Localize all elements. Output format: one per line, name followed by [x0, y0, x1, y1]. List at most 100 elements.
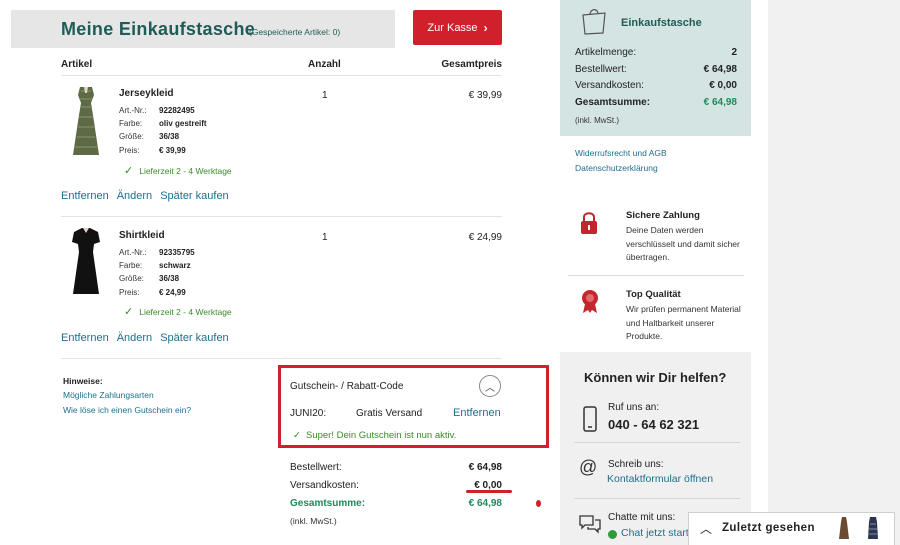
highlight-underline: [466, 490, 512, 493]
hints-title: Hinweise:: [63, 376, 103, 386]
chevron-right-icon: ›: [483, 20, 488, 35]
lock-icon: [581, 212, 597, 234]
page-background-gutter: [768, 0, 900, 545]
divider: [574, 498, 740, 499]
call-label: Ruf uns an:: [608, 402, 660, 413]
delivery-info: ✓ Lieferzeit 2 - 4 Werktage: [124, 164, 232, 177]
chevron-up-icon[interactable]: ︿: [700, 520, 712, 537]
spec-value: 36/38: [159, 274, 180, 283]
contact-form-link[interactable]: Kontaktformular öffnen: [607, 473, 713, 485]
remove-link[interactable]: Entfernen: [61, 332, 109, 344]
voucher-code: JUNI20:: [290, 408, 327, 419]
order-value: € 64,98: [468, 462, 502, 473]
chat-label: Chatte mit uns:: [608, 512, 676, 523]
recent-thumbnail[interactable]: [867, 516, 879, 540]
summary-row-value: € 0,00: [709, 80, 737, 91]
spec-label: Art.-Nr.:: [119, 248, 147, 257]
vat-note: (inkl. MwSt.): [290, 516, 337, 526]
column-header-article: Artikel: [61, 59, 93, 70]
terms-link[interactable]: Widerrufsrecht und AGB: [575, 148, 667, 158]
recent-thumbnail[interactable]: [838, 516, 850, 540]
item-total: € 39,99: [468, 90, 502, 101]
spec-label: Preis:: [119, 146, 140, 155]
spec-label: Größe:: [119, 132, 144, 141]
voucher-description: Gratis Versand: [356, 408, 423, 419]
spec-label: Farbe:: [119, 261, 143, 270]
chat-start-link[interactable]: Chat jetzt starten: [621, 527, 689, 539]
column-header-total: Gesamtpreis: [441, 59, 502, 70]
summary-row-value: € 64,98: [703, 64, 737, 75]
item-name[interactable]: Jerseykleid: [119, 88, 174, 99]
saved-items-count[interactable]: (Gespeicherte Artikel: 0): [249, 27, 340, 37]
phone-number[interactable]: 040 - 64 62 321: [608, 417, 699, 432]
order-value-label: Bestellwert:: [290, 462, 342, 473]
shipping-label: Versandkosten:: [290, 480, 359, 491]
summary-total-value: € 64,98: [703, 97, 737, 108]
divider: [61, 75, 502, 76]
delivery-info: ✓ Lieferzeit 2 - 4 Werktage: [124, 305, 232, 318]
spec-value: 36/38: [159, 132, 180, 141]
online-status-icon: [608, 530, 617, 539]
remove-link[interactable]: Entfernen: [61, 190, 109, 202]
voucher-title[interactable]: Gutschein- / Rabatt-Code: [290, 381, 403, 392]
email-icon: @: [579, 457, 598, 477]
quality-badge-icon: [582, 290, 598, 313]
checkmark-icon: ✓: [293, 430, 301, 441]
summary-row-label: Bestellwert:: [575, 64, 627, 75]
payment-methods-link[interactable]: Mögliche Zahlungsarten: [63, 390, 154, 400]
item-quantity: 1: [322, 90, 328, 101]
checkout-button-label: Zur Kasse: [427, 21, 478, 34]
summary-row-label: Artikelmenge:: [575, 47, 637, 58]
divider: [61, 358, 502, 359]
delivery-text: Lieferzeit 2 - 4 Werktage: [139, 306, 232, 317]
checkout-button[interactable]: Zur Kasse ›: [413, 10, 502, 45]
buy-later-link[interactable]: Später kaufen: [160, 190, 229, 202]
item-name[interactable]: Shirtkleid: [119, 230, 165, 241]
divider: [61, 216, 502, 217]
summary-total-label: Gesamtsumme:: [575, 97, 651, 108]
spec-value: 92335795: [159, 248, 195, 257]
chat-icon: [579, 515, 601, 534]
delivery-text: Lieferzeit 2 - 4 Werktage: [139, 165, 232, 176]
total-sum-value: € 64,98: [468, 498, 502, 509]
summary-title: Einkaufstasche: [621, 17, 702, 29]
item-quantity: 1: [322, 232, 328, 243]
item-total: € 24,99: [468, 232, 502, 243]
spec-value: schwarz: [159, 261, 191, 270]
spec-value: € 39,99: [159, 146, 186, 155]
phone-icon: [583, 406, 597, 432]
voucher-remove-link[interactable]: Entfernen: [453, 407, 501, 419]
product-image-shirtkleid[interactable]: [66, 226, 106, 298]
page-title: Meine Einkaufstasche: [61, 19, 256, 39]
annotation-dot: [536, 500, 541, 507]
spec-label: Preis:: [119, 288, 140, 297]
summary-vat-note: (inkl. MwSt.): [575, 116, 619, 125]
privacy-link[interactable]: Datenschutzerklärung: [575, 163, 658, 173]
chevron-up-icon[interactable]: ︿: [479, 375, 501, 397]
change-link[interactable]: Ändern: [117, 190, 152, 202]
column-header-quantity: Anzahl: [308, 59, 341, 70]
item-actions: Entfernen Ändern Später kaufen: [61, 190, 229, 202]
spec-value: € 24,99: [159, 288, 186, 297]
spec-label: Größe:: [119, 274, 144, 283]
checkmark-icon: ✓: [124, 306, 134, 318]
divider: [568, 275, 744, 276]
help-title: Können wir Dir helfen?: [584, 370, 727, 385]
summary-row-label: Versandkosten:: [575, 80, 644, 91]
product-image-jerseykleid[interactable]: [66, 85, 106, 157]
summary-row-value: 2: [731, 47, 737, 58]
buy-later-link[interactable]: Später kaufen: [160, 332, 229, 344]
change-link[interactable]: Ändern: [117, 332, 152, 344]
voucher-success-message: ✓ Super! Dein Gutschein ist nun aktiv.: [293, 430, 456, 441]
voucher-success-text: Super! Dein Gutschein ist nun aktiv.: [305, 430, 457, 441]
feature-title: Top Qualität: [626, 289, 681, 300]
recently-viewed-label[interactable]: Zuletzt gesehen: [722, 522, 815, 534]
spec-value: oliv gestreift: [159, 119, 207, 128]
shopping-bag-icon: [582, 9, 606, 35]
divider: [574, 442, 740, 443]
feature-text: Wir prüfen permanent Material und Haltba…: [626, 304, 741, 341]
feature-text: Deine Daten werden verschlüsselt und dam…: [626, 225, 740, 262]
spec-label: Farbe:: [119, 119, 143, 128]
spec-label: Art.-Nr.:: [119, 106, 147, 115]
voucher-help-link[interactable]: Wie löse ich einen Gutschein ein?: [63, 405, 191, 415]
